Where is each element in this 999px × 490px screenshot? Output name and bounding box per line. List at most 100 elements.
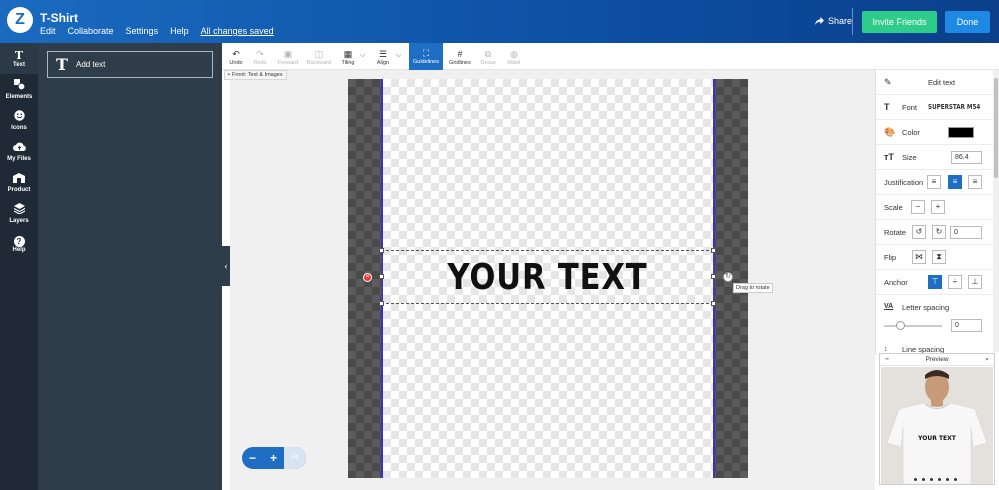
menu-help[interactable]: Help <box>170 26 189 36</box>
backward-button[interactable]: ◫ Backward <box>305 45 333 69</box>
share-label: Share <box>828 16 853 26</box>
invite-friends-button[interactable]: Invite Friends <box>862 11 937 33</box>
color-swatch[interactable] <box>948 126 974 138</box>
slider-handle[interactable] <box>896 321 905 330</box>
rotate-left-icon[interactable]: ↺ <box>912 225 926 239</box>
minimize-icon[interactable]: − <box>880 356 894 363</box>
redo-icon: ↷ <box>256 48 264 59</box>
letter-spacing-slider[interactable] <box>884 325 942 327</box>
anchor-row: Anchor ⊤ ÷ ⊥ <box>876 270 994 295</box>
selected-text-box[interactable]: YOUR TEXT <box>381 250 714 304</box>
resize-handle-top-right[interactable] <box>711 248 716 253</box>
anchor-middle-icon[interactable]: ÷ <box>948 275 962 289</box>
collapse-panel-tab[interactable]: ‹ <box>222 246 230 286</box>
carousel-dot[interactable] <box>929 477 934 482</box>
menu-edit[interactable]: Edit <box>40 26 56 36</box>
resize-handle-top-left[interactable] <box>379 248 384 253</box>
anchor-label: Anchor <box>884 277 908 287</box>
chevron-down-icon[interactable]: ⌵ <box>396 52 401 60</box>
redo-button[interactable]: ↷ Redo <box>250 45 270 69</box>
rail-label: Text <box>13 62 25 68</box>
backward-label: Backward <box>306 59 332 66</box>
scale-row: Scale − + <box>876 195 994 220</box>
header-divider <box>852 8 853 35</box>
scale-up-button[interactable]: + <box>931 200 945 214</box>
tiling-button[interactable]: ▦ Tiling <box>338 45 358 69</box>
undo-button[interactable]: ↶ Undo <box>226 45 246 69</box>
search-icon[interactable]: ⌕ <box>980 356 994 364</box>
rotate-right-icon[interactable]: ↻ <box>932 225 946 239</box>
rotate-icon[interactable]: ↻ <box>723 272 733 282</box>
forward-button[interactable]: ▣ Forward <box>276 45 300 69</box>
scrollbar-thumb[interactable] <box>994 78 998 178</box>
group-button[interactable]: ⧉ Group <box>478 45 498 69</box>
flip-label: Flip <box>884 252 897 262</box>
zoom-fit-button[interactable]: Fit <box>284 447 306 469</box>
color-row[interactable]: 🎨 Color <box>876 120 994 145</box>
cloud-upload-icon <box>12 142 26 156</box>
letter-spacing-input[interactable]: 0 <box>951 319 982 332</box>
rail-item-elements[interactable]: Elements <box>0 74 38 105</box>
carousel-dot[interactable] <box>945 477 950 482</box>
zoom-out-button[interactable]: − <box>242 451 263 465</box>
preview-carousel-dots[interactable] <box>913 477 958 482</box>
properties-scrollbar[interactable] <box>993 70 999 352</box>
resize-handle-right[interactable] <box>711 274 716 279</box>
align-icon: ☰ <box>378 48 388 59</box>
size-input[interactable]: 86.4 <box>951 150 982 164</box>
tiling-icon: ▦ <box>343 48 353 59</box>
font-selector[interactable]: SUPERSTAR M54 <box>928 103 980 111</box>
share-button[interactable]: Share <box>815 16 852 26</box>
carousel-dot[interactable] <box>937 477 942 482</box>
save-status-link[interactable]: All changes saved <box>201 26 274 36</box>
zazzle-logo[interactable]: Z <box>7 7 33 33</box>
rail-item-text[interactable]: T Text <box>0 43 38 74</box>
resize-handle-bottom-left[interactable] <box>379 301 384 306</box>
align-button[interactable]: ☰ Align <box>373 45 393 69</box>
font-row[interactable]: T Font SUPERSTAR M54 <box>876 95 994 120</box>
editor-toolbar: ↶ Undo ↷ Redo ▣ Forward ◫ Backward ▦ Til… <box>222 43 999 70</box>
anchor-bottom-icon[interactable]: ⊥ <box>968 275 982 289</box>
mask-label: Mask <box>507 59 521 66</box>
carousel-dot[interactable] <box>953 477 958 482</box>
scale-down-button[interactable]: − <box>911 200 925 214</box>
side-label[interactable]: ▪ Front: Text & Images <box>224 70 287 80</box>
flip-horizontal-icon[interactable]: ⋈ <box>912 250 926 264</box>
send-backward-icon: ◫ <box>314 48 324 59</box>
flip-vertical-icon[interactable]: ⧗ <box>932 250 946 264</box>
rail-label: Product <box>7 187 31 193</box>
rail-item-layers[interactable]: Layers <box>0 198 38 229</box>
zoom-in-button[interactable]: + <box>263 451 284 465</box>
mask-button[interactable]: ◍ Mask <box>504 45 524 69</box>
rail-item-help[interactable]: ? Help <box>0 229 38 260</box>
preview-panel: − Preview ⌕ YOUR TEXT <box>879 353 995 485</box>
gridlines-button[interactable]: # Gridlines <box>447 45 473 69</box>
carousel-dot[interactable] <box>921 477 926 482</box>
chevron-down-icon[interactable]: ⌵ <box>360 52 365 60</box>
guidelines-button[interactable]: ⛶ Guidelines <box>409 43 443 70</box>
preview-header: − Preview ⌕ <box>880 354 994 366</box>
left-rail: T Text Elements Icons My Files Product L… <box>0 43 38 490</box>
align-center-icon[interactable]: ≡ <box>948 175 962 189</box>
resize-handle-left[interactable] <box>379 274 384 279</box>
align-right-icon[interactable]: ≡ <box>968 175 982 189</box>
carousel-dot[interactable] <box>913 477 918 482</box>
rotate-input[interactable]: 0 <box>950 225 982 239</box>
rail-item-my-files[interactable]: My Files <box>0 136 38 167</box>
rail-item-product[interactable]: Product <box>0 167 38 198</box>
tshirt-preview-image[interactable]: YOUR TEXT <box>881 367 993 484</box>
group-icon: ⧉ <box>484 48 492 59</box>
align-left-icon[interactable]: ≡ <box>927 175 941 189</box>
anchor-top-icon[interactable]: ⊤ <box>928 275 942 289</box>
menu-settings[interactable]: Settings <box>126 26 159 36</box>
menu-collaborate[interactable]: Collaborate <box>68 26 114 36</box>
delete-icon[interactable]: ✕ <box>363 273 372 282</box>
design-text[interactable]: YOUR TEXT <box>407 251 688 303</box>
scale-label: Scale <box>884 202 903 212</box>
add-text-button[interactable]: T Add text <box>47 51 213 78</box>
letter-spacing-label: Letter spacing <box>902 303 950 312</box>
done-button[interactable]: Done <box>945 11 990 33</box>
rail-item-icons[interactable]: Icons <box>0 105 38 136</box>
resize-handle-bottom-right[interactable] <box>711 301 716 306</box>
edit-text-row[interactable]: ✎ Edit text <box>876 70 994 95</box>
